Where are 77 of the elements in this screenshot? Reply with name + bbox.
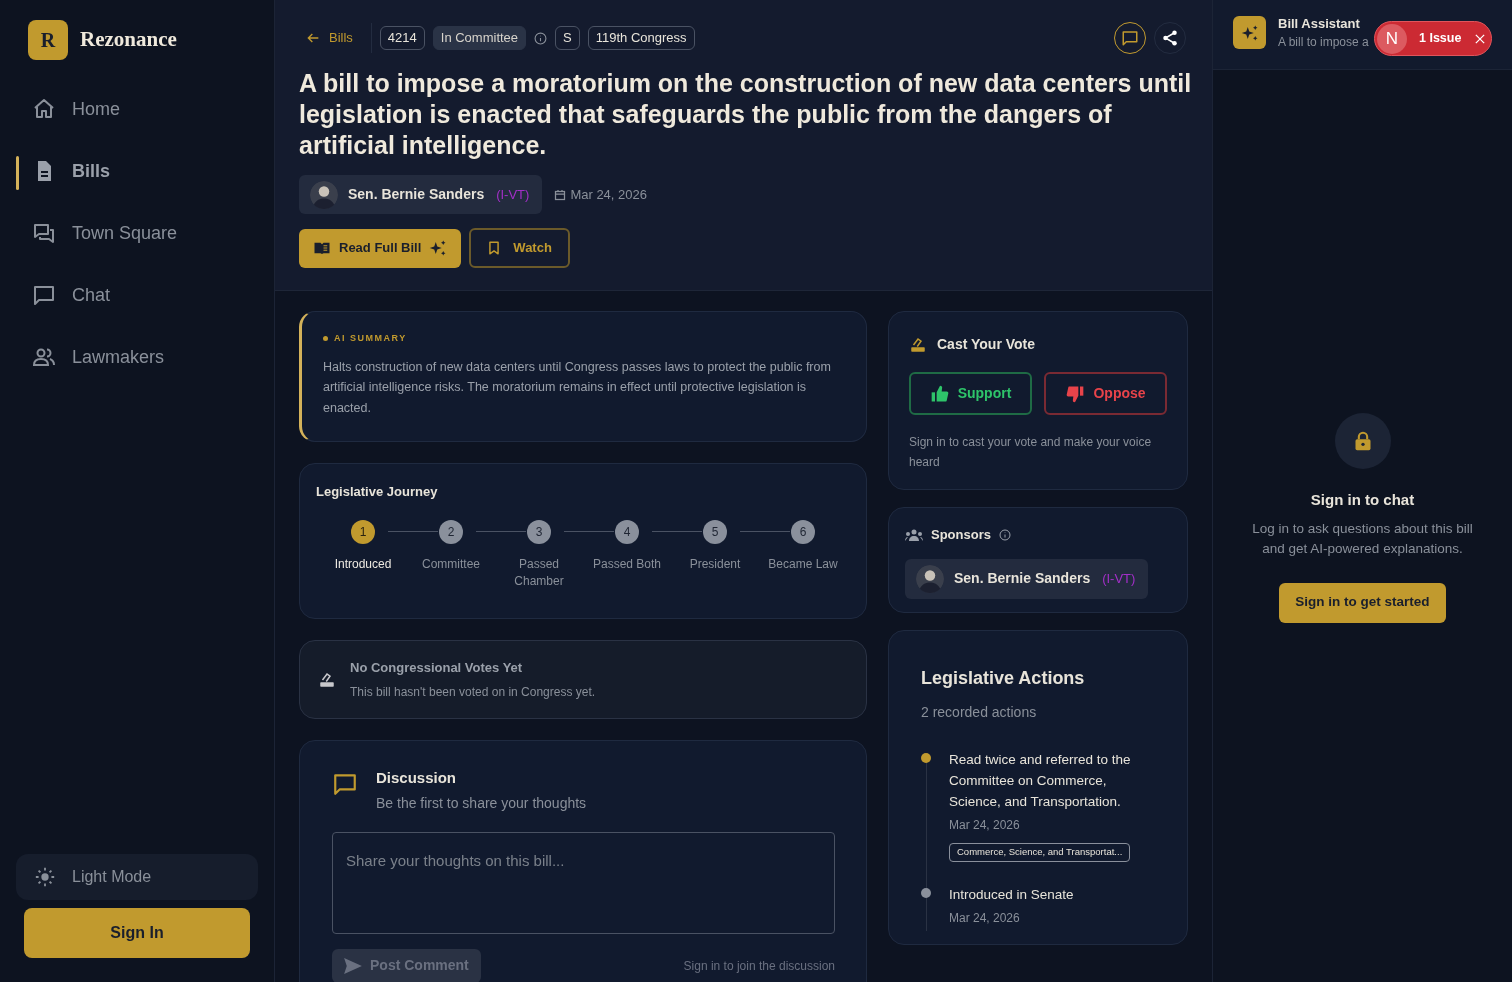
support-button[interactable]: Support — [909, 372, 1032, 415]
sparkle-icon — [1240, 23, 1259, 42]
bill-title: A bill to impose a moratorium on the construction of new data centers until legislation is enacted that safeguards the public from the dangers of artificial intelligence. — [299, 68, 1193, 161]
calendar-icon — [554, 188, 567, 201]
chat-bubble-icon — [32, 283, 56, 307]
share-icon — [1161, 29, 1179, 47]
close-icon — [1475, 33, 1486, 44]
issue-badge[interactable]: N 1 Issue — [1374, 21, 1492, 56]
theme-toggle[interactable]: Light Mode — [16, 854, 258, 900]
date-text: Mar 24, 2026 — [949, 817, 1021, 834]
logo-mark: N — [1377, 23, 1407, 54]
chat-bubbles-icon — [32, 221, 56, 245]
ballot-icon — [318, 670, 336, 689]
action-text: Introduced in Senate — [949, 886, 1075, 904]
sign-in-button[interactable]: Sign In — [24, 908, 250, 958]
hint-text: Sign in to join the discussion — [683, 957, 835, 975]
notice-text: This bill hasn't been voted on in Congress yet. — [350, 684, 596, 702]
avatar — [916, 564, 944, 593]
card-title: Cast Your Vote — [937, 335, 1036, 354]
thumbs-up-icon — [929, 383, 950, 404]
action-text: Read twice and referred to the Committee on Commerce, Science, and Transportation. — [949, 751, 1132, 811]
nav-item[interactable]: Town Square — [0, 202, 274, 264]
summary-text: Halts construction of new data centers until Congress passes laws to protect the public from artificial intelligence risks. The moratorium remains in effect until protective legislation is enacted. — [323, 358, 832, 417]
sponsor-chip[interactable]: Sen. Bernie Sanders (I-VT) — [299, 175, 543, 214]
status-badge: In Committee — [432, 26, 527, 50]
ballot-icon — [909, 335, 927, 354]
panel-heading: Sign in to chat — [1310, 490, 1415, 510]
comment-field[interactable]: Share your thoughts on this bill... — [332, 831, 835, 934]
oppose-button[interactable]: Oppose — [1044, 372, 1167, 415]
card-title: Legislative Journey — [316, 483, 439, 501]
dot-icon — [323, 336, 328, 342]
info-icon — [534, 31, 548, 45]
step-label: Became Law — [768, 555, 838, 573]
logo-mark: R — [28, 20, 68, 60]
card-subtitle: 2 recorded actions — [921, 703, 1038, 722]
tag: S — [555, 26, 580, 50]
hint-text: Sign in to cast your vote and make your voice heard — [909, 434, 1153, 471]
badge-text: 1 Issue — [1419, 30, 1462, 48]
date-text: Mar 24, 2026 — [949, 910, 1021, 927]
chat-bubble-icon — [332, 771, 358, 797]
step-label: Passed Both — [592, 555, 661, 573]
panel-subtitle: A bill to impose a — [1278, 34, 1369, 52]
send-icon — [344, 957, 362, 974]
tag: 4214 — [379, 26, 425, 50]
avatar — [310, 180, 338, 209]
bookmark-icon — [487, 241, 502, 255]
back-link[interactable]: Bills — [299, 23, 372, 53]
people-icon — [905, 528, 923, 541]
step-label: Passed Chamber — [513, 555, 565, 590]
notice-title: No Congressional Votes Yet — [350, 658, 524, 677]
step-label: Committee — [422, 555, 480, 573]
nav-item[interactable]: Lawmakers — [0, 326, 274, 388]
watch-button[interactable]: Watch — [469, 228, 570, 268]
sparkle-icon — [429, 239, 448, 257]
tag: 119th Congress — [587, 26, 695, 50]
home-icon — [32, 97, 56, 121]
brand-name: Rezonance — [80, 26, 177, 54]
sponsor-chip[interactable]: Sen. Bernie Sanders (I-VT) — [905, 558, 1149, 599]
card-subtitle: Be the first to share your thoughts — [376, 793, 587, 813]
tag: Commerce, Science, and Transportat... — [949, 843, 1131, 862]
sun-icon — [34, 866, 56, 888]
card-title: Legislative Actions — [921, 667, 1086, 690]
section-label: AI SUMMARY — [334, 332, 407, 345]
nav-item[interactable]: Home — [0, 78, 274, 140]
card-title: Sponsors — [931, 526, 991, 544]
step-label: President — [689, 555, 741, 573]
step-label: Introduced — [334, 555, 392, 573]
panel-title: Bill Assistant — [1278, 14, 1361, 33]
card-title: Discussion — [376, 768, 458, 788]
read-full-bill-button[interactable]: Read Full Bill — [299, 228, 462, 268]
chat-bubble-icon — [1121, 29, 1139, 47]
nav-item[interactable]: Bills — [0, 140, 274, 202]
nav-item[interactable]: Chat — [0, 264, 274, 326]
sign-in-button[interactable]: Sign in to get started — [1279, 582, 1446, 623]
panel-text: Log in to ask questions about this bill and get AI-powered explanations. — [1251, 519, 1474, 558]
info-icon — [998, 528, 1011, 541]
date-text: Mar 24, 2026 — [570, 185, 647, 204]
